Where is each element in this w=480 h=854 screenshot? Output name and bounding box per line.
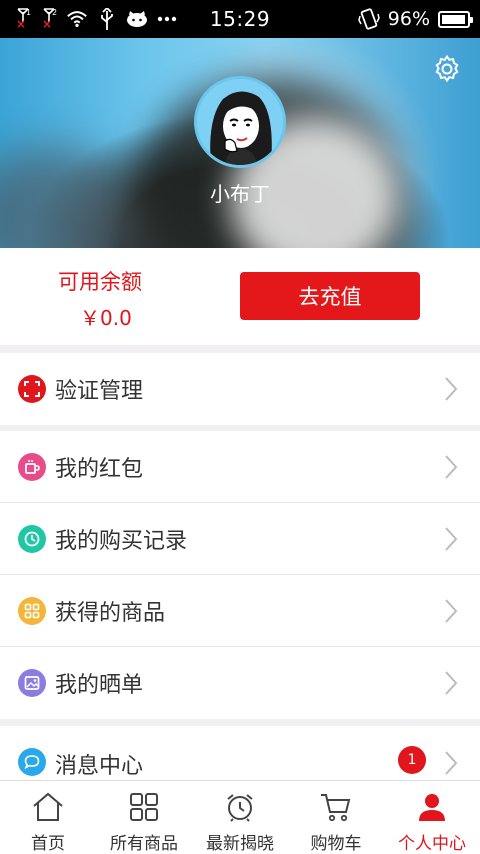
wifi-icon [66, 8, 88, 30]
balance-panel: 可用余额 ￥0.0 去充值 [0, 248, 480, 345]
tab-label: 个人中心 [398, 834, 466, 854]
sim2-number: 2 [52, 8, 58, 17]
scan-icon [18, 375, 46, 403]
battery-percent: 96% [387, 8, 430, 30]
chevron-right-icon [445, 454, 458, 479]
cup-icon [18, 452, 46, 481]
settings-gear-icon[interactable] [432, 54, 462, 84]
sim2-no-signal-icon: 2 × [42, 8, 58, 31]
tab-all-products[interactable]: 所有商品 [96, 781, 192, 854]
menu-item-red-packets[interactable]: 我的红包 [0, 431, 480, 503]
tab-label: 最新揭晓 [206, 834, 274, 854]
account-group: 我的红包 我的购买记录 获得的商品 我的晒单 [0, 431, 480, 719]
clock-icon [18, 524, 46, 553]
profile-header: 小布丁 [0, 38, 480, 248]
chevron-right-icon [445, 671, 458, 695]
person-icon [415, 791, 449, 823]
tab-home[interactable]: 首页 [0, 781, 96, 854]
tab-cart[interactable]: 购物车 [288, 781, 384, 854]
more-notifications-icon [156, 8, 178, 30]
menu-item-message-center[interactable]: 消息中心 1 [0, 726, 480, 780]
tab-label: 购物车 [310, 834, 362, 854]
chat-icon [18, 748, 46, 776]
balance-label: 可用余额 [58, 270, 142, 294]
image-icon [18, 669, 46, 697]
bottom-tab-bar: 首页 所有商品 最新揭晓 购物车 个人中心 [0, 780, 480, 854]
chevron-right-icon [445, 377, 458, 401]
tab-latest-results[interactable]: 最新揭晓 [192, 781, 288, 854]
menu-item-purchase-records[interactable]: 我的购买记录 [0, 503, 480, 575]
tab-label: 首页 [31, 834, 65, 854]
menu-item-label: 我的晒单 [55, 673, 144, 698]
vibrate-icon [357, 8, 380, 30]
menu-item-won-products[interactable]: 获得的商品 [0, 575, 480, 647]
chevron-right-icon [445, 598, 458, 623]
cart-icon [319, 791, 353, 823]
sim1-number: 1 [26, 8, 32, 17]
menu-item-label: 消息中心 [55, 754, 144, 779]
balance-value: ￥0.0 [80, 306, 132, 330]
unread-badge: 1 [398, 746, 426, 774]
tab-label: 所有商品 [110, 834, 178, 854]
status-bar: 1 × 2 × 15:29 96% [0, 0, 480, 38]
menu-item-label: 获得的商品 [55, 600, 166, 626]
menu-item-verify-management[interactable]: 验证管理 [0, 353, 480, 425]
home-icon [31, 791, 65, 823]
nickname[interactable]: 小布丁 [0, 178, 480, 207]
menu-item-label: 我的红包 [55, 456, 144, 482]
grid-icon [18, 596, 46, 625]
recharge-button[interactable]: 去充值 [240, 272, 420, 320]
battery-icon [438, 10, 473, 28]
menu-item-my-shares[interactable]: 我的晒单 [0, 647, 480, 719]
grid-icon [127, 791, 161, 823]
sim1-no-signal-icon: 1 × [16, 8, 32, 31]
notification-cat-icon [126, 8, 148, 30]
tab-personal-center[interactable]: 个人中心 [384, 781, 480, 854]
avatar[interactable] [194, 76, 286, 168]
alarm-clock-icon [223, 791, 257, 823]
verify-group: 验证管理 [0, 353, 480, 425]
chevron-right-icon [445, 751, 458, 775]
chevron-right-icon [445, 526, 458, 551]
usb-icon [96, 8, 118, 30]
menu-item-label: 验证管理 [55, 379, 144, 404]
menu-item-label: 我的购买记录 [55, 528, 188, 554]
message-group: 消息中心 1 [0, 726, 480, 780]
